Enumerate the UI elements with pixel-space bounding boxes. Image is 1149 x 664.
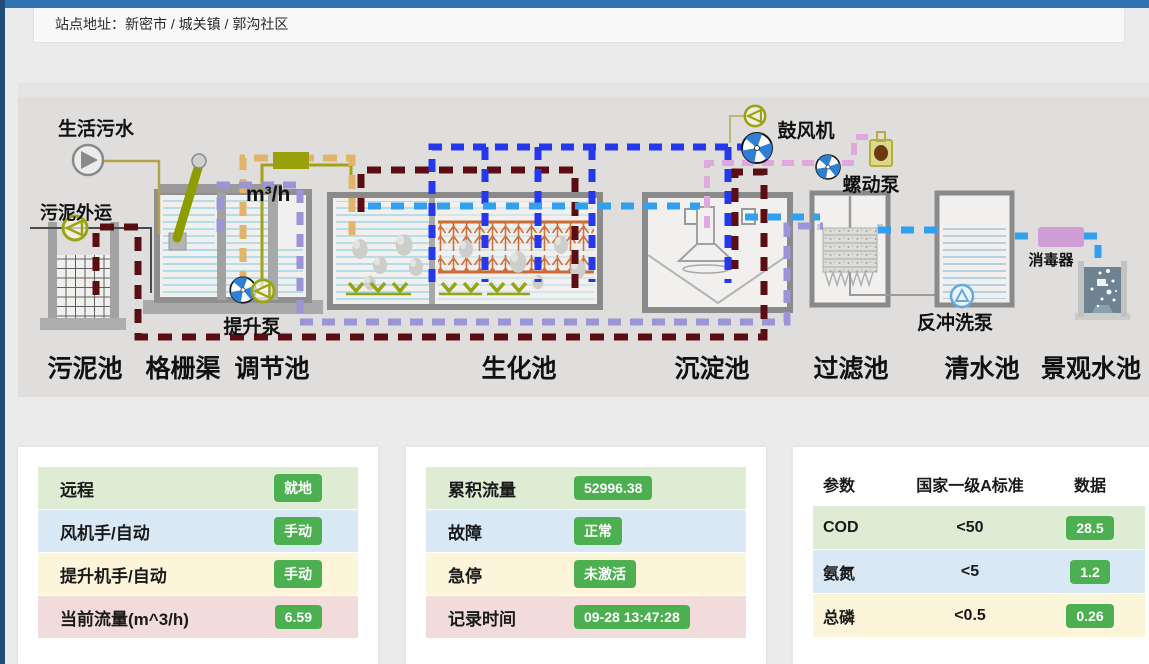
param-name: 总磷 xyxy=(813,604,905,628)
tank-label-regulating: 调节池 xyxy=(234,354,309,383)
fault-status-badge: 正常 xyxy=(574,517,622,545)
backwash-pump-icon xyxy=(951,285,973,307)
landscape-pool xyxy=(1075,261,1130,320)
row-label: 急停 xyxy=(426,562,552,587)
param-name: 氨氮 xyxy=(813,560,905,584)
table-row: 提升机手/自动 手动 xyxy=(38,553,358,595)
tank-label-sediment: 沉淀池 xyxy=(674,354,749,383)
flow-meter xyxy=(273,152,309,169)
dosing-pump-label: 螺动泵 xyxy=(842,174,899,196)
param-standard: <0.5 xyxy=(905,607,1035,625)
table-row: COD <50 28.5 xyxy=(813,506,1145,549)
tank-label-sludge: 污泥池 xyxy=(47,355,122,383)
row-label: 风机手/自动 xyxy=(38,519,150,544)
pipe-blower-khaki xyxy=(730,116,744,143)
control-panel: 远程 就地 风机手/自动 手动 提升机手/自动 手动 当前流量(m^3/h) 6… xyxy=(18,447,378,664)
table-row: 记录时间 09-28 13:47:28 xyxy=(426,596,746,638)
status-panel: 累积流量 52996.38 故障 正常 急停 未激活 记录时间 09-28 13… xyxy=(406,447,766,664)
current-flow-badge: 6.59 xyxy=(275,605,322,629)
lift-mode-badge[interactable]: 手动 xyxy=(274,560,322,588)
tank-label-cleanwater: 清水池 xyxy=(944,355,1019,383)
clean-water-tank xyxy=(937,193,1012,305)
quality-panel: 参数 国家一级A标准 数据 COD <50 28.5 氨氮 <5 1.2 总磷 … xyxy=(793,447,1149,664)
param-name: COD xyxy=(813,519,905,537)
table-row: 急停 未激活 xyxy=(426,553,746,595)
record-time-badge: 09-28 13:47:28 xyxy=(574,605,690,629)
table-row: 风机手/自动 手动 xyxy=(38,510,358,552)
blower-valve-icon xyxy=(745,106,765,126)
process-flow-svg: 生活污水 污泥外运 提升泵 m³/h 鼓风机 螺动泵 消毒器 反冲洗泵 污泥池 … xyxy=(18,97,1149,397)
param-standard: <50 xyxy=(905,519,1035,537)
estop-status-badge: 未激活 xyxy=(574,560,636,588)
tank-label-filter: 过滤池 xyxy=(813,355,888,383)
table-row: 氨氮 <5 1.2 xyxy=(813,550,1145,593)
quality-header-row: 参数 国家一级A标准 数据 xyxy=(813,462,1145,506)
tank-label-bio: 生化池 xyxy=(481,355,556,383)
row-label: 累积流量 xyxy=(426,476,552,501)
diagram-top-strip xyxy=(18,83,1149,97)
filter-tank xyxy=(812,193,951,305)
site-header: 站点地址：新密市 / 城关镇 / 郭沟社区 xyxy=(33,8,1125,43)
fan-mode-badge[interactable]: 手动 xyxy=(274,517,322,545)
blower-fan-icon xyxy=(739,129,772,163)
disinfector-unit xyxy=(1038,227,1084,247)
top-accent-bar xyxy=(0,0,1149,8)
process-flow-diagram: 生活污水 污泥外运 提升泵 m³/h 鼓风机 螺动泵 消毒器 反冲洗泵 污泥池 … xyxy=(18,97,1149,397)
table-row: 总磷 <0.5 0.26 xyxy=(813,594,1145,637)
dosing-fan-icon xyxy=(814,152,840,179)
remote-mode-badge[interactable]: 就地 xyxy=(274,474,322,502)
blower-label: 鼓风机 xyxy=(777,119,834,142)
row-label: 远程 xyxy=(38,476,94,501)
table-row: 故障 正常 xyxy=(426,510,746,552)
col-header-data: 数据 xyxy=(1035,472,1145,496)
site-address-label: 站点地址：新密市 / 城关镇 / 郭沟社区 xyxy=(34,8,1124,41)
table-row: 远程 就地 xyxy=(38,467,358,509)
filter-media xyxy=(823,228,877,272)
scada-page: 站点地址：新密市 / 城关镇 / 郭沟社区 xyxy=(0,0,1149,664)
bio-tank xyxy=(330,195,600,307)
row-label: 提升机手/自动 xyxy=(38,562,167,587)
inflow-pump-icon xyxy=(73,145,103,175)
lift-pump-label: 提升泵 xyxy=(223,315,280,338)
sludge-out-label: 污泥外运 xyxy=(40,202,112,223)
col-header-param: 参数 xyxy=(813,472,905,496)
nh3n-value-badge: 1.2 xyxy=(1070,560,1109,584)
disinfector-label: 消毒器 xyxy=(1028,251,1074,269)
row-label: 当前流量(m^3/h) xyxy=(38,605,189,630)
sedimentation-tank xyxy=(645,195,790,310)
col-header-standard: 国家一级A标准 xyxy=(905,472,1035,496)
lift-pump-valve-icon xyxy=(252,280,274,302)
table-row: 当前流量(m^3/h) 6.59 xyxy=(38,596,358,638)
left-accent-bar xyxy=(0,0,5,664)
tank-label-gridchannel: 格栅渠 xyxy=(145,354,220,383)
total-flow-badge: 52996.38 xyxy=(574,476,652,500)
backwash-pump-label: 反冲洗泵 xyxy=(917,311,993,334)
param-standard: <5 xyxy=(905,563,1035,581)
row-label: 记录时间 xyxy=(426,605,552,630)
tank-label-landscape: 景观水池 xyxy=(1041,355,1141,383)
table-row: 累积流量 52996.38 xyxy=(426,467,746,509)
cod-value-badge: 28.5 xyxy=(1066,516,1113,540)
dosing-jar-icon xyxy=(870,132,892,166)
tp-value-badge: 0.26 xyxy=(1066,604,1113,628)
flow-unit-label: m³/h xyxy=(246,183,290,206)
inflow-label: 生活污水 xyxy=(58,117,135,140)
row-label: 故障 xyxy=(426,519,552,544)
